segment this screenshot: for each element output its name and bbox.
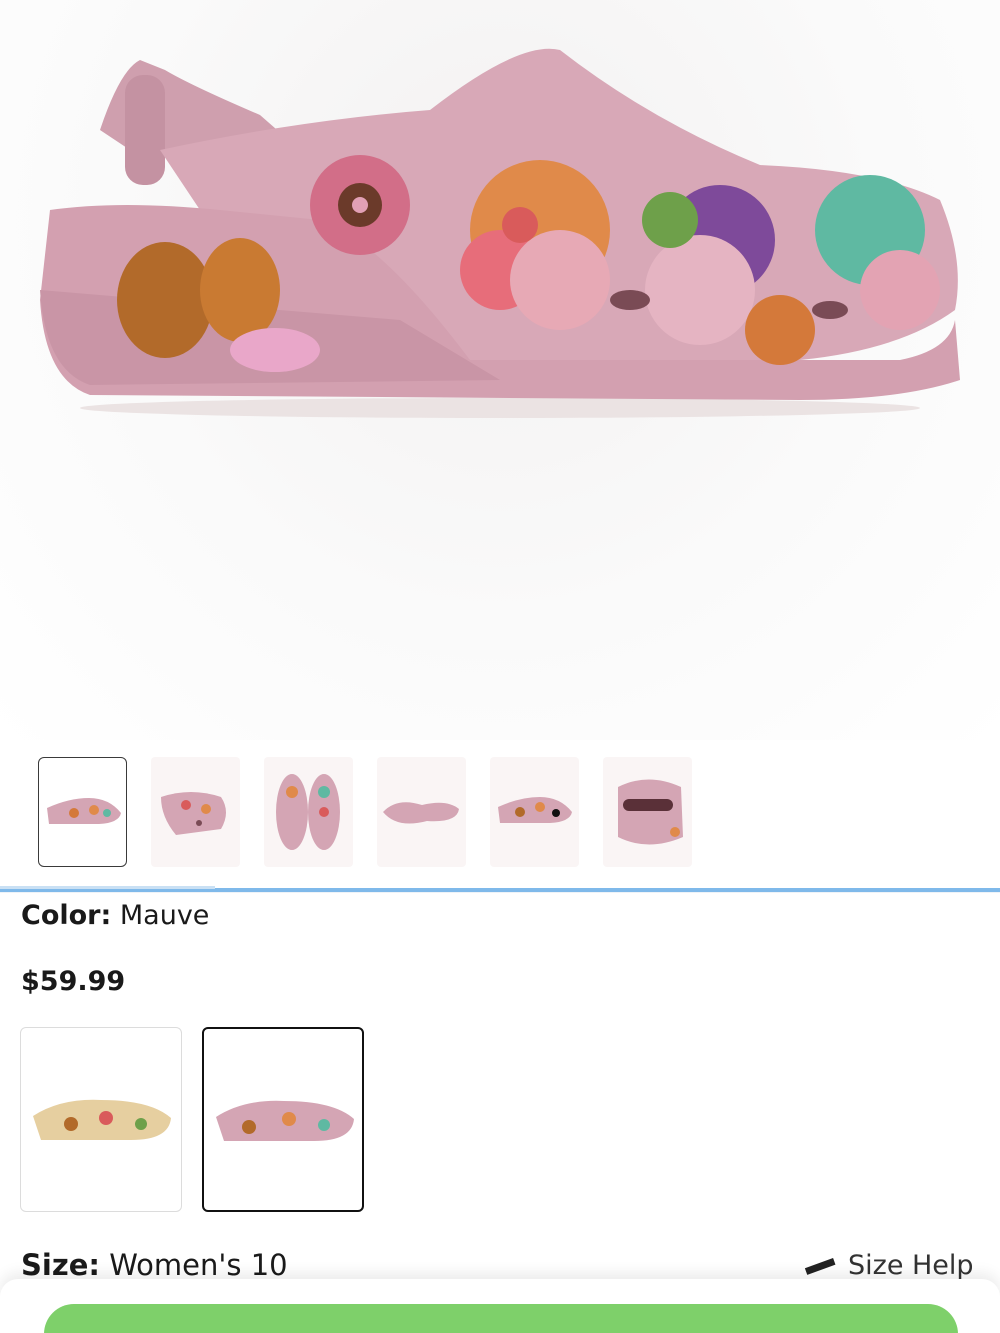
divider-highlight bbox=[0, 886, 215, 889]
size-help-link[interactable]: Size Help bbox=[804, 1250, 974, 1281]
thumbnail-back-view[interactable] bbox=[603, 757, 692, 867]
size-label: Size: bbox=[21, 1248, 100, 1282]
thumbnail-side-view-2[interactable] bbox=[490, 757, 579, 867]
thumbnail-sole-view[interactable] bbox=[377, 757, 466, 867]
thumbnail-top-view[interactable] bbox=[264, 757, 353, 867]
swatch-tan-floral[interactable] bbox=[20, 1027, 182, 1212]
size-help-label: Size Help bbox=[848, 1250, 974, 1281]
size-value: Women's 10 bbox=[99, 1248, 288, 1282]
product-main-image[interactable] bbox=[0, 0, 1000, 740]
thumbnail-side-view[interactable] bbox=[38, 757, 127, 867]
product-price: $59.99 bbox=[21, 966, 126, 997]
color-selection: Color: Mauve bbox=[21, 900, 209, 931]
color-swatches bbox=[20, 1027, 364, 1212]
color-value: Mauve bbox=[111, 900, 210, 931]
size-selection[interactable]: Size: Women's 10 bbox=[21, 1248, 288, 1282]
swatch-mauve-floral[interactable] bbox=[202, 1027, 364, 1212]
color-label: Color: bbox=[21, 900, 112, 931]
thumbnail-angle-view[interactable] bbox=[151, 757, 240, 867]
flower-charm-strap bbox=[310, 155, 410, 255]
add-to-bag-button[interactable] bbox=[44, 1304, 958, 1333]
ruler-icon bbox=[804, 1257, 836, 1275]
thumbnail-strip bbox=[38, 757, 692, 869]
clog-illustration bbox=[40, 48, 960, 418]
